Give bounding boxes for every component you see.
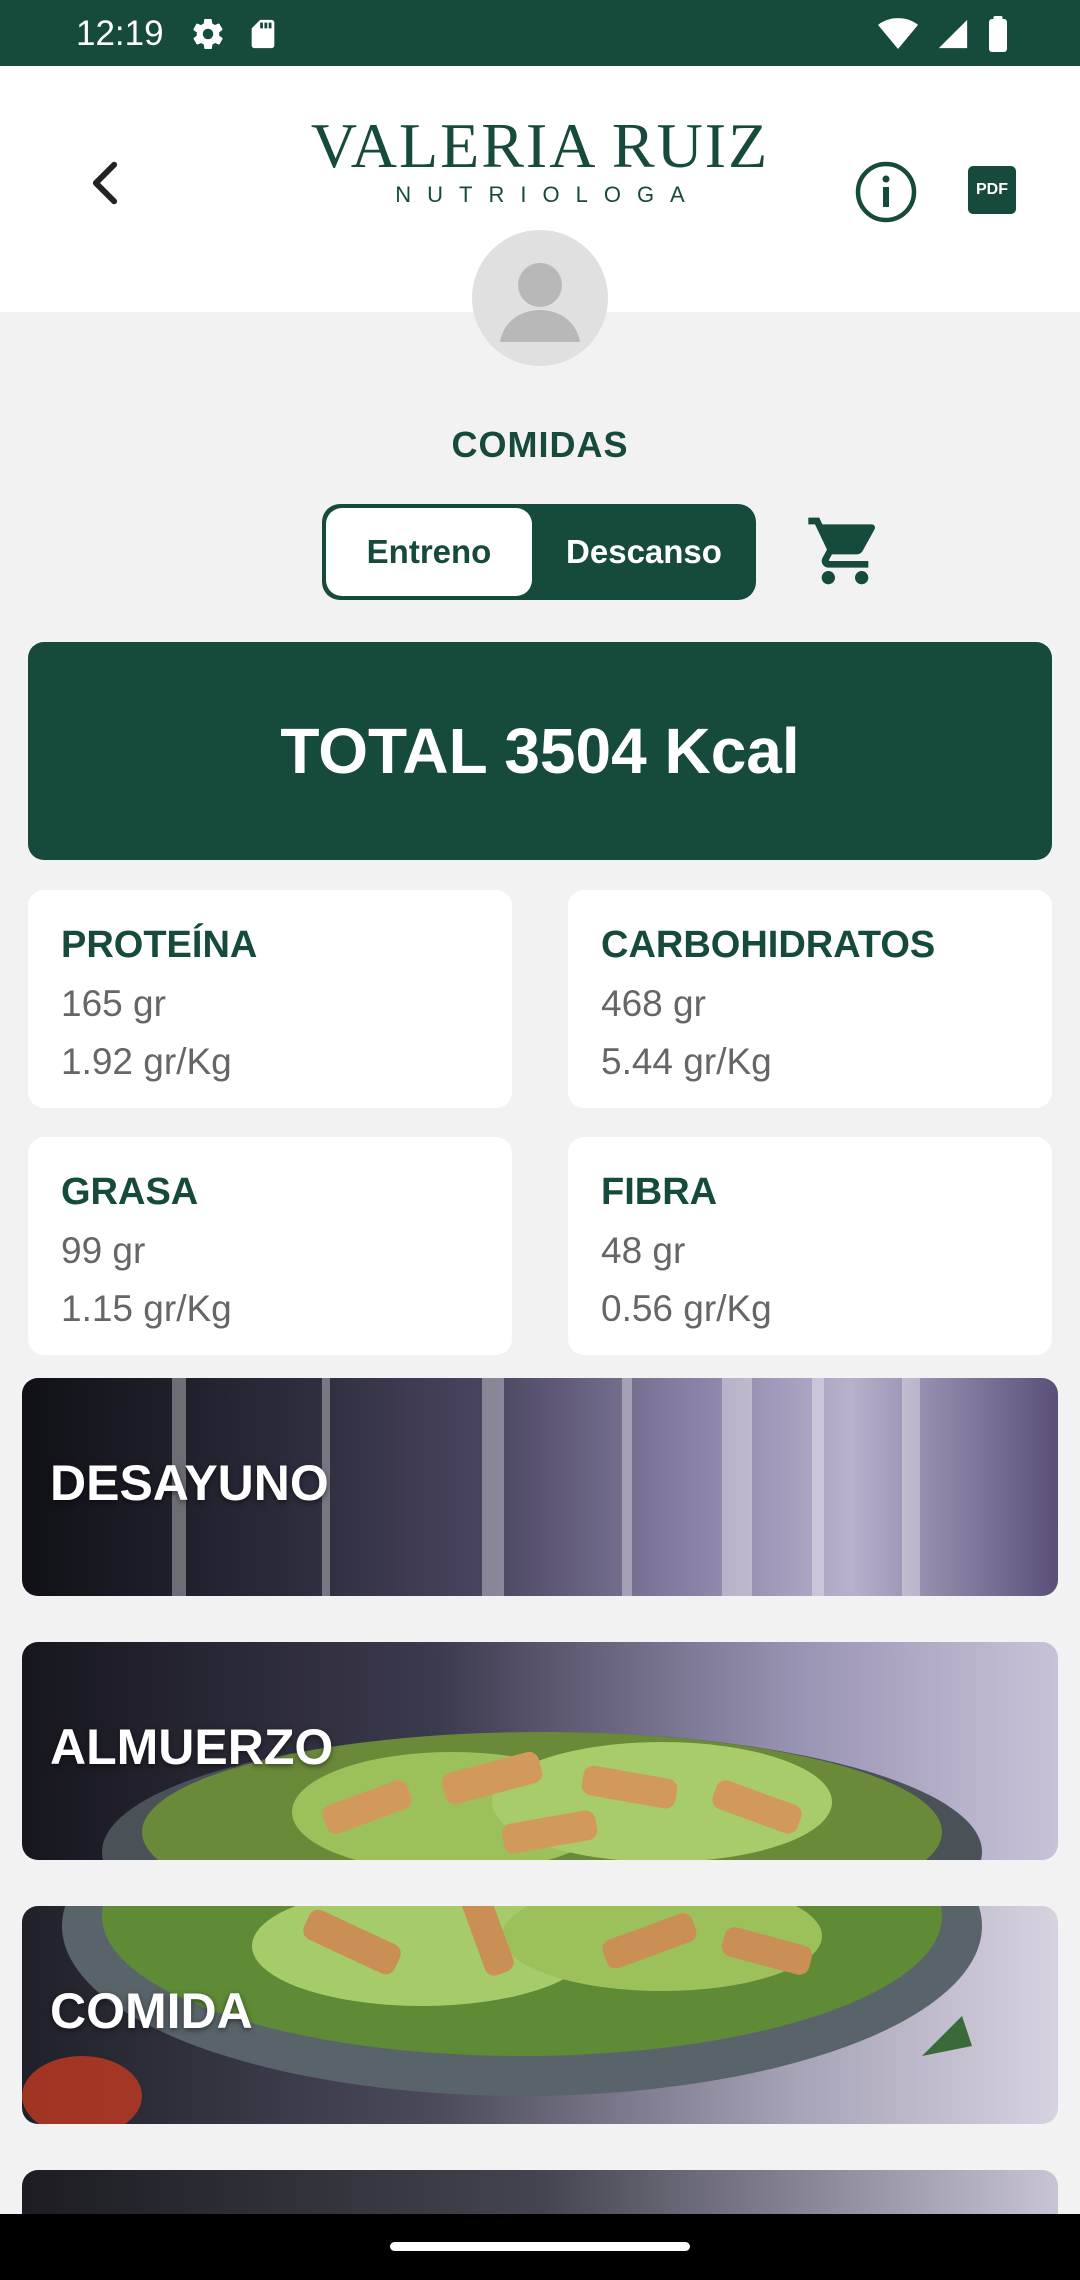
macro-title: CARBOHIDRATOS (601, 924, 936, 966)
signal-icon (936, 17, 970, 56)
macro-amount: 48 gr (601, 1230, 686, 1271)
macro-title: FIBRA (601, 1171, 718, 1213)
logo-name: VALERIA RUIZ (310, 110, 770, 181)
macro-amount: 165 gr (61, 983, 166, 1024)
meal-card-comida[interactable]: COMIDA (22, 1906, 1058, 2124)
plan-type-toggle: Entreno Descanso (322, 504, 756, 600)
person-icon (500, 263, 580, 342)
home-gesture-handle[interactable] (390, 2242, 690, 2251)
macro-title: GRASA (61, 1171, 199, 1213)
avatar[interactable] (472, 230, 608, 366)
info-button[interactable] (854, 160, 918, 224)
macro-amount: 468 gr (601, 983, 706, 1024)
gear-icon (190, 16, 226, 57)
macro-per-kg: 1.15 gr/Kg (61, 1288, 232, 1329)
macro-amount: 99 gr (61, 1230, 146, 1271)
macro-card-carbohidratos: CARBOHIDRATOS 468 gr 5.44 gr/Kg (568, 890, 1052, 1108)
toggle-option-descanso[interactable]: Descanso (536, 508, 752, 596)
back-button[interactable] (80, 158, 130, 208)
toggle-option-entreno[interactable]: Entreno (326, 508, 532, 596)
meal-label: COMIDA (50, 1983, 253, 2039)
macro-card-fibra: FIBRA 48 gr 0.56 gr/Kg (568, 1137, 1052, 1355)
meal-card-desayuno[interactable]: DESAYUNO (22, 1378, 1058, 1596)
system-navigation-bar (0, 2214, 1080, 2280)
info-icon (855, 161, 917, 223)
pdf-icon-label: PDF (976, 181, 1008, 198)
battery-icon (988, 16, 1008, 57)
status-time: 12:19 (76, 14, 164, 53)
sd-card-icon (246, 16, 280, 57)
macro-title: PROTEÍNA (61, 924, 258, 966)
meal-card-almuerzo[interactable]: ALMUERZO (22, 1642, 1058, 1860)
brand-logo: VALERIA RUIZ NUTRIOLOGA (310, 114, 770, 208)
status-bar: 12:19 (0, 0, 1080, 66)
macro-card-grasa: GRASA 99 gr 1.15 gr/Kg (28, 1137, 512, 1355)
wifi-icon (878, 17, 918, 56)
shopping-cart-icon (808, 517, 876, 585)
logo-subtitle: NUTRIOLOGA (395, 182, 701, 207)
meal-label: ALMUERZO (50, 1719, 334, 1775)
macro-card-proteina: PROTEÍNA 165 gr 1.92 gr/Kg (28, 890, 512, 1108)
shopping-cart-button[interactable] (800, 506, 890, 596)
macro-per-kg: 1.92 gr/Kg (61, 1041, 232, 1082)
meal-label: DESAYUNO (50, 1455, 329, 1511)
pdf-button[interactable]: PDF (968, 166, 1016, 214)
macro-per-kg: 0.56 gr/Kg (601, 1288, 772, 1329)
macro-per-kg: 5.44 gr/Kg (601, 1041, 772, 1082)
chevron-left-icon (92, 161, 118, 205)
total-calories-banner: TOTAL 3504 Kcal (28, 642, 1052, 860)
section-title: COMIDAS (451, 424, 629, 465)
